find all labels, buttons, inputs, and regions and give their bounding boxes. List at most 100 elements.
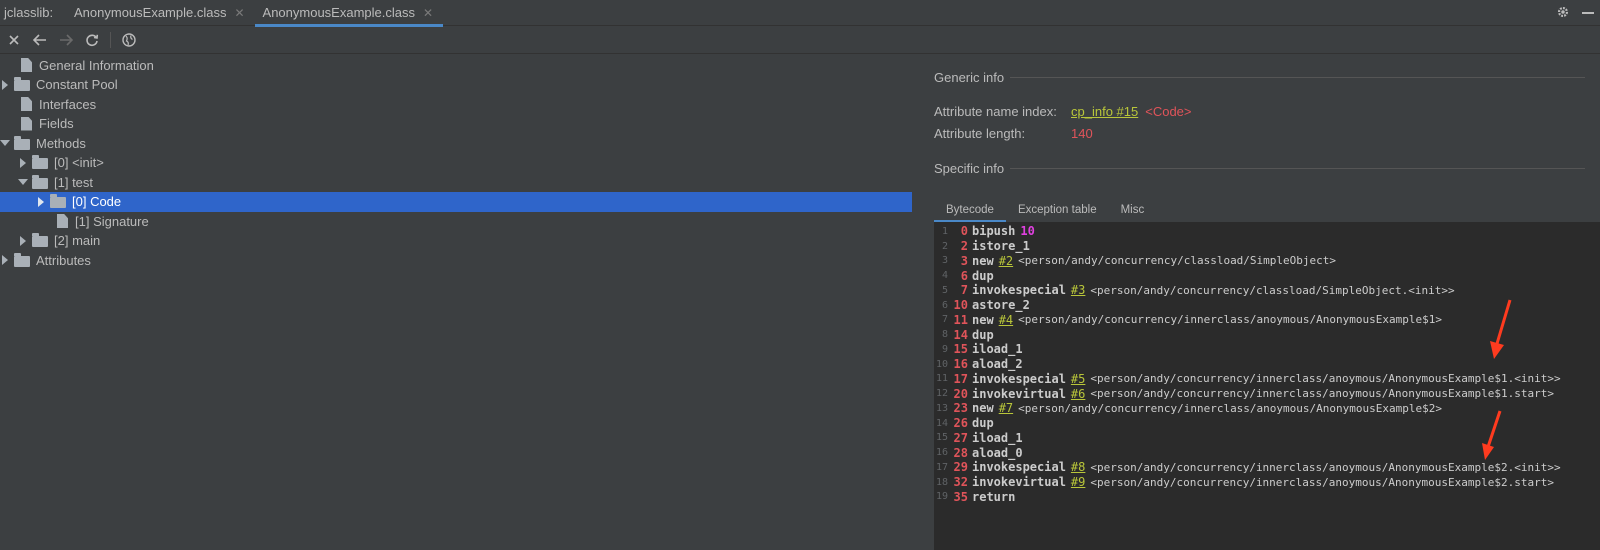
expand-arrow-icon[interactable] [18,235,28,246]
close-icon[interactable]: ✕ [234,6,244,20]
bytecode-opcode: new [972,253,994,268]
constant-pool-ref-link[interactable]: #5 [1071,372,1085,386]
line-number: 14 [935,417,948,429]
minimize-icon[interactable] [1582,12,1594,14]
close-icon[interactable] [6,32,22,48]
tree-item-code-selected[interactable]: [0] Code [0,191,912,212]
file-icon [57,214,68,228]
file-icon [21,58,32,72]
tree-item-attributes[interactable]: Attributes [0,250,912,270]
tree-item-general-information[interactable]: General Information [0,55,912,75]
tree-item-method-test[interactable]: [1] test [0,172,912,192]
bytecode-offset: 32 [953,475,968,490]
bytecode-opcode: invokespecial [972,371,1066,386]
folder-icon [14,77,30,91]
bytecode-offset: 0 [960,224,968,239]
tab-exception-table[interactable]: Exception table [1018,199,1109,221]
close-icon[interactable]: ✕ [423,6,433,20]
bytecode-offset: 2 [960,239,968,254]
bytecode-offset: 6 [960,268,968,283]
tree-item-label: Interfaces [39,96,97,112]
tree-item-label: [1] test [54,174,94,190]
line-number: 12 [935,388,948,400]
tree-item-method-main[interactable]: [2] main [0,231,912,251]
tab-bytecode[interactable]: Bytecode [934,199,1006,223]
tab-label: AnonymousExample.class [74,5,227,20]
bytecode-comment: <person/andy/concurrency/classload/Simpl… [1090,283,1455,297]
tab-label: AnonymousExample.class [262,5,415,20]
bytecode-offset: 26 [953,416,968,431]
tree-item-label: [0] Code [72,194,122,209]
tree-item-method-init[interactable]: [0] <init> [0,153,912,173]
constant-pool-ref-link[interactable]: #4 [999,313,1013,327]
bytecode-comment: <person/andy/concurrency/classload/Simpl… [1018,254,1337,268]
constant-pool-ref-link[interactable]: #8 [1071,460,1085,474]
line-number: 3 [941,255,948,267]
bytecode-comment: <person/andy/concurrency/innerclass/anoy… [1090,475,1554,489]
generic-info-section: Generic info [934,70,1586,85]
bytecode-opcode: return [972,489,1016,504]
toolbar-separator [110,32,111,48]
back-arrow-icon[interactable] [32,32,48,48]
tab-anonymous-example-2[interactable]: AnonymousExample.class ✕ [254,0,444,27]
constant-pool-ref-link[interactable]: #3 [1071,283,1085,297]
line-number: 15 [935,432,948,444]
bytecode-operand: 10 [1020,224,1035,239]
bytecode-offset: 15 [953,342,968,357]
bytecode-opcode: dup [972,327,994,342]
bytecode-offset: 35 [953,489,968,504]
tree-item-fields[interactable]: Fields [0,114,912,134]
expand-arrow-icon[interactable] [36,196,46,207]
bytecode-line: 3 3 new #2 <person/andy/concurrency/classloa… [934,254,1600,269]
expand-arrow-icon[interactable] [0,79,10,90]
collapse-arrow-icon[interactable] [18,177,28,187]
toolbar [0,27,1600,54]
gear-icon[interactable] [1556,5,1570,22]
line-number: 8 [941,329,948,341]
tab-label: Exception table [1017,204,1097,216]
tree-item-label: [2] main [54,233,101,248]
tab-anonymous-example-1[interactable]: AnonymousExample.class ✕ [66,0,255,26]
bytecode-comment: <person/andy/concurrency/innerclass/anoy… [1090,387,1554,401]
globe-icon[interactable] [121,32,137,48]
tab-misc[interactable]: Misc [1121,199,1157,221]
collapse-arrow-icon[interactable] [0,138,10,148]
tree-item-label: Methods [36,135,86,151]
bytecode-listing[interactable]: 1 0 bipush 10 2 2 istore_1 3 3 new #2 <person/andy/… [934,222,1600,550]
constant-pool-ref-link[interactable]: #2 [999,254,1013,268]
line-number: 9 [941,343,948,355]
bytecode-offset: 27 [953,430,968,445]
line-number: 10 [935,358,948,370]
tree-item-label: [0] <init> [54,155,104,170]
bytecode-opcode: invokevirtual [972,386,1066,401]
refresh-icon[interactable] [84,32,100,48]
tree-item-interfaces[interactable]: Interfaces [0,94,912,114]
line-number: 4 [941,270,948,282]
bytecode-offset: 10 [953,298,968,313]
folder-icon [14,252,30,267]
annotation-arrow-icon [1490,299,1512,359]
bytecode-offset: 20 [953,386,968,401]
tree-item-label: Constant Pool [36,77,118,92]
tree-item-methods[interactable]: Methods [0,133,912,153]
bytecode-offset: 28 [953,445,968,460]
bytecode-offset: 11 [953,312,968,327]
bytecode-offset: 17 [953,371,968,386]
expand-arrow-icon[interactable] [0,255,10,265]
tree-item-signature[interactable]: [1] Signature [0,211,912,231]
cp-info-link[interactable]: cp_info #15 [1071,104,1138,119]
tree-item-constant-pool[interactable]: Constant Pool [0,75,912,95]
forward-arrow-icon[interactable] [58,32,74,48]
tabbar-actions [1556,0,1600,26]
expand-arrow-icon[interactable] [18,157,28,168]
bytecode-opcode: dup [972,268,994,283]
constant-pool-ref-link[interactable]: #9 [1071,475,1085,489]
bytecode-line: 2 2 istore_1 [934,239,1600,254]
constant-pool-ref-link[interactable]: #6 [1071,387,1085,401]
constant-pool-ref-link[interactable]: #7 [999,401,1013,415]
bytecode-comment: <person/andy/concurrency/innerclass/anoy… [1018,313,1442,327]
specific-info-section: Specific info [934,161,1586,176]
class-structure-tree: General Information Constant Pool Interf… [0,55,912,550]
folder-icon [32,233,48,247]
bytecode-line: 1 0 bipush 10 [934,224,1600,239]
